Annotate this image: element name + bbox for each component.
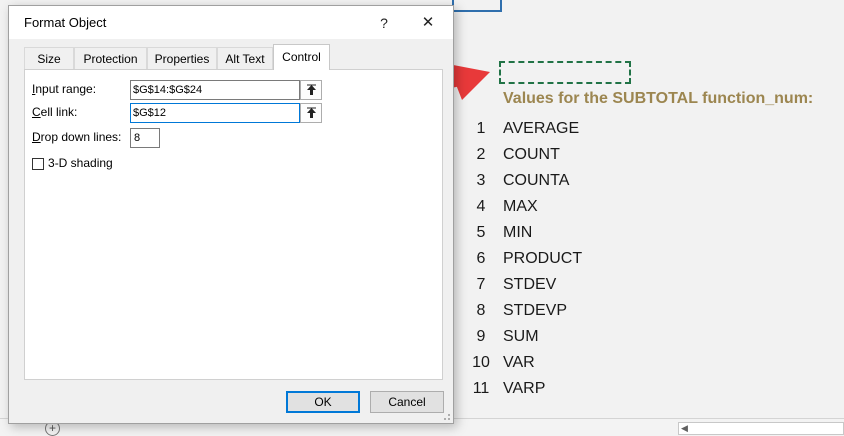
function-name: SUM [503,328,539,345]
cell-link-collapse-button[interactable] [300,103,322,123]
resize-grip-icon[interactable] [441,411,451,421]
drop-down-lines-field[interactable]: 8 [130,128,160,148]
function-name: COUNT [503,146,560,163]
3d-shading-checkbox[interactable] [32,158,44,170]
function-name: VARP [503,380,546,397]
horizontal-scrollbar[interactable]: ◀ [678,422,844,435]
format-object-dialog: Format Object ? ✕ Size Protection Proper… [8,5,454,424]
input-range-field[interactable]: $G$14:$G$24 [130,80,300,100]
collapse-dialog-icon [307,84,316,95]
cell-link-label: Cell link: [32,105,78,119]
function-number: 1 [476,120,486,137]
function-number: 6 [476,250,486,267]
tab-protection[interactable]: Protection [74,47,147,69]
subtotal-heading: Values for the SUBTOTAL function_num: [503,90,814,107]
tab-properties[interactable]: Properties [147,47,217,69]
drop-down-lines-label: Drop down lines: [32,130,122,144]
input-range-collapse-button[interactable] [300,80,322,100]
function-number: 10 [472,354,490,371]
close-icon[interactable]: ✕ [415,12,441,34]
3d-shading-label[interactable]: 3-D shading [48,156,113,170]
control-panel: Input range: $G$14:$G$24 Cell link: $G$1… [24,69,443,380]
function-number: 2 [476,146,486,163]
function-name: MAX [503,198,538,215]
tab-control[interactable]: Control [273,44,330,70]
tab-alt-text[interactable]: Alt Text [217,47,273,69]
scroll-left-icon[interactable]: ◀ [681,423,688,434]
tab-size[interactable]: Size [24,47,74,69]
cancel-button[interactable]: Cancel [370,391,444,413]
function-name: AVERAGE [503,120,580,137]
collapse-dialog-icon [307,107,316,118]
cell-link-marquee[interactable] [499,61,631,84]
function-name: COUNTA [503,172,570,189]
function-name: MIN [503,224,533,241]
help-icon[interactable]: ? [371,12,397,34]
function-name: PRODUCT [503,250,583,267]
function-number: 11 [472,380,490,397]
function-number: 3 [476,172,486,189]
function-number: 9 [476,328,486,345]
function-name: STDEVP [503,302,568,319]
selected-cell-top[interactable] [452,0,502,12]
function-number: 4 [476,198,486,215]
dialog-title: Format Object [24,15,107,30]
ok-button[interactable]: OK [286,391,360,413]
dialog-titlebar[interactable]: Format Object ? ✕ [9,6,453,39]
cell-link-field[interactable]: $G$12 [130,103,300,123]
function-number: 8 [476,302,486,319]
function-name: VAR [503,354,535,371]
input-range-label: Input range: [32,82,97,96]
function-number: 5 [476,224,486,241]
function-name: STDEV [503,276,557,293]
function-number: 7 [476,276,486,293]
